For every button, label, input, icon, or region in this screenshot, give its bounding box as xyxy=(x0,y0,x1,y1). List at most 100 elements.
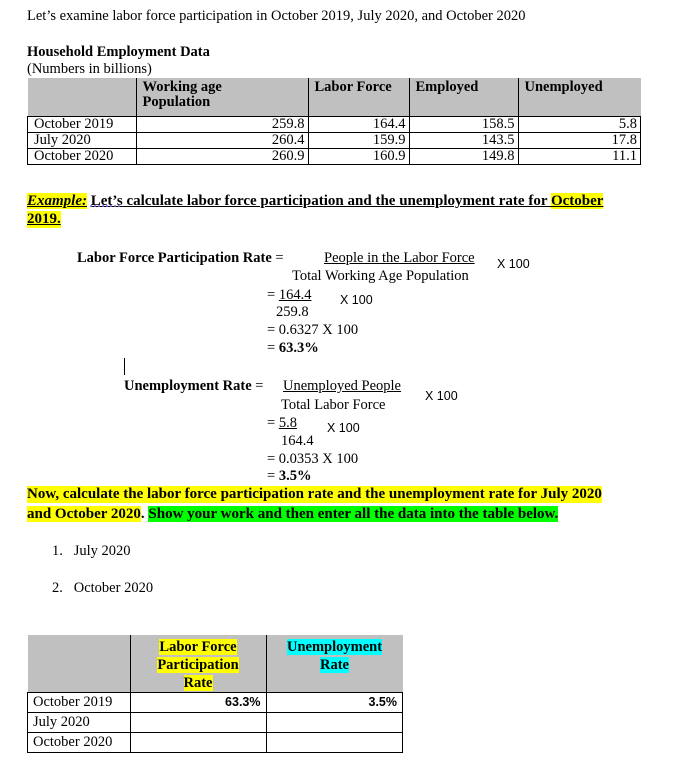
ur-step1: = 5.8 xyxy=(267,415,297,432)
list-item-text: July 2020 xyxy=(73,543,131,559)
ur-result: = 3.5% xyxy=(267,468,311,485)
cell-working-age: 259.8 xyxy=(135,116,309,133)
cell-ur[interactable] xyxy=(265,712,403,733)
lfpr-label: Labor Force Participation Rate = xyxy=(77,250,284,267)
row-label: October 2019 xyxy=(27,692,131,713)
cell-lfpr[interactable]: 63.3% xyxy=(129,692,267,713)
cell-unemployed: 11.1 xyxy=(517,148,641,165)
example-heading-text: Let’s calculate labor force participatio… xyxy=(91,193,604,209)
lfpr-step1-num: 164.4 xyxy=(278,287,312,303)
household-title: Household Employment Data xyxy=(27,44,210,60)
cell-labor-force: 164.4 xyxy=(307,116,410,133)
example-heading-line2: 2019. xyxy=(27,211,61,228)
table-row: October 2019 63.3% 3.5% xyxy=(27,692,403,713)
lfpr-result-eq: = xyxy=(267,340,279,356)
results-header-ur-line2: Rate xyxy=(320,657,349,673)
ur-result-eq: = xyxy=(267,468,279,484)
table-row: October 2019 259.8 164.4 158.5 5.8 xyxy=(27,116,641,133)
ur-equals: = xyxy=(251,378,264,394)
list-item: 1. July 2020 xyxy=(52,543,131,560)
ur-label-text: Unemployment Rate xyxy=(124,378,252,394)
lfpr-equals: = xyxy=(271,250,284,266)
lfpr-denominator: Total Working Age Population xyxy=(292,268,469,284)
list-item: 2. October 2020 xyxy=(52,580,153,597)
cell-unemployed: 5.8 xyxy=(517,116,641,133)
results-header-lfpr-line3: Rate xyxy=(183,675,213,691)
household-subtitle: (Numbers in billions) xyxy=(27,61,152,77)
results-header-lfpr: Labor Force Participation Rate xyxy=(129,635,267,693)
instruction-yellow-part: and October 2020 xyxy=(27,506,141,522)
ur-step1-den: 164.4 xyxy=(281,433,314,449)
header-working-age-line1: Working age xyxy=(142,79,222,95)
cell-employed: 158.5 xyxy=(408,116,519,133)
header-labor-force: Labor Force xyxy=(307,78,410,117)
results-header-lfpr-line2: Participation xyxy=(157,657,239,673)
cell-working-age: 260.4 xyxy=(135,132,309,149)
instruction-line1: Now, calculate the labor force participa… xyxy=(27,486,602,503)
row-label: October 2020 xyxy=(27,732,131,753)
ur-step2: = 0.0353 X 100 xyxy=(267,451,359,467)
lfpr-step1: = 164.4 xyxy=(267,287,311,304)
table-row: July 2020 260.4 159.9 143.5 17.8 xyxy=(27,132,641,149)
results-header-row: Labor Force Participation Rate Unemploym… xyxy=(27,635,403,693)
results-header-ur: Unemployment Rate xyxy=(265,635,403,693)
ur-step1-eq: = xyxy=(267,415,279,431)
ur-label: Unemployment Rate = xyxy=(124,378,263,395)
header-empty xyxy=(27,78,137,117)
ur-denominator: Total Labor Force xyxy=(281,397,386,413)
results-table: Labor Force Participation Rate Unemploym… xyxy=(27,635,403,753)
instruction-green-part: Show your work and then enter all the da… xyxy=(148,506,559,522)
ur-step1-times: X 100 xyxy=(327,421,360,435)
row-label: October 2020 xyxy=(27,148,137,165)
ur-numerator: Unemployed People xyxy=(283,378,401,394)
household-table: Working age Population Labor Force Emplo… xyxy=(27,78,641,165)
lfpr-numerator: People in the Labor Force xyxy=(324,250,475,266)
ur-result-value: 3.5% xyxy=(278,468,312,484)
cell-labor-force: 159.9 xyxy=(307,132,410,149)
list-item-number: 1. xyxy=(52,543,63,559)
row-label: October 2019 xyxy=(27,116,137,133)
cell-employed: 149.8 xyxy=(408,148,519,165)
example-heading: Example: Let’s calculate labor force par… xyxy=(27,193,604,210)
results-header-lfpr-line1: Labor Force xyxy=(159,639,237,655)
cell-working-age: 260.9 xyxy=(135,148,309,165)
results-header-empty xyxy=(27,635,131,693)
list-item-number: 2. xyxy=(52,580,63,596)
cell-ur[interactable] xyxy=(265,732,403,753)
text-cursor xyxy=(124,358,125,375)
header-working-age: Working age Population xyxy=(135,78,309,117)
cell-lfpr[interactable] xyxy=(129,732,267,753)
cell-unemployed: 17.8 xyxy=(517,132,641,149)
table-row: October 2020 xyxy=(27,732,403,753)
cell-ur[interactable]: 3.5% xyxy=(265,692,403,713)
household-header-row: Working age Population Labor Force Emplo… xyxy=(27,78,641,117)
example-heading-middle: calculate labor force participation and … xyxy=(122,193,551,209)
example-label: Example: xyxy=(27,193,87,209)
header-employed: Employed xyxy=(408,78,519,117)
table-row: July 2020 xyxy=(27,712,403,733)
cell-labor-force: 160.9 xyxy=(307,148,410,165)
ur-step1-num: 5.8 xyxy=(278,415,297,431)
cell-lfpr[interactable] xyxy=(129,712,267,733)
example-lets: Let’s xyxy=(90,193,123,209)
lfpr-result: = 63.3% xyxy=(267,340,319,357)
lfpr-result-value: 63.3% xyxy=(278,340,319,356)
row-label: July 2020 xyxy=(27,132,137,149)
ur-times: X 100 xyxy=(425,389,458,403)
results-header-ur-line1: Unemployment xyxy=(286,639,383,655)
lfpr-step1-den: 259.8 xyxy=(276,304,309,320)
table-row: October 2020 260.9 160.9 149.8 11.1 xyxy=(27,148,641,165)
lfpr-step2: = 0.6327 X 100 xyxy=(267,322,359,338)
header-working-age-line2: Population xyxy=(142,94,211,110)
instruction-line2: and October 2020. Show your work and the… xyxy=(27,506,559,523)
cell-employed: 143.5 xyxy=(408,132,519,149)
list-item-text: October 2020 xyxy=(73,580,154,596)
intro-text: Let’s examine labor force participation … xyxy=(27,8,526,24)
lfpr-step1-eq: = xyxy=(267,287,279,303)
lfpr-times: X 100 xyxy=(497,257,530,271)
row-label: July 2020 xyxy=(27,712,131,733)
example-heading-highlight: October xyxy=(550,193,604,209)
lfpr-step1-times: X 100 xyxy=(340,293,373,307)
header-unemployed: Unemployed xyxy=(517,78,641,117)
lfpr-label-text: Labor Force Participation Rate xyxy=(77,250,272,266)
